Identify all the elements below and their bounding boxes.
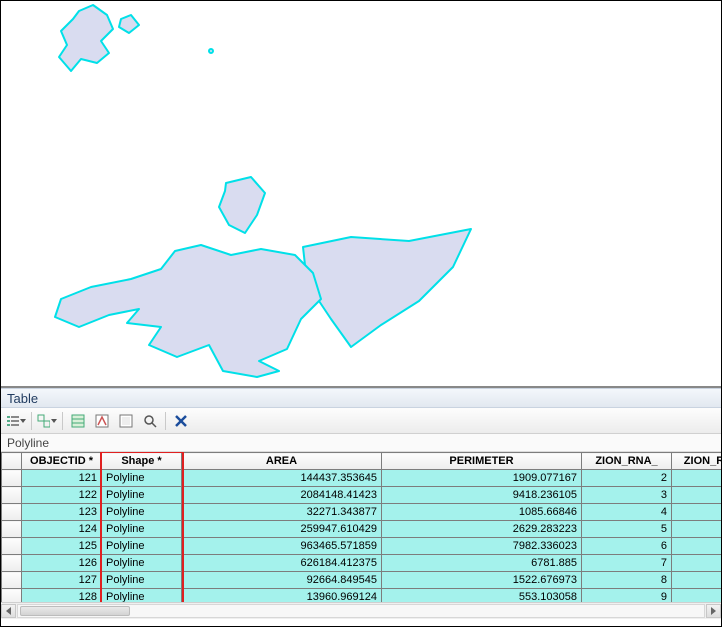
cell-zion-rna-i[interactable]: 10 [672, 521, 722, 538]
polygon-feature [219, 177, 265, 233]
row-selector[interactable] [2, 589, 22, 603]
cell-area[interactable]: 92664.849545 [182, 572, 382, 589]
chevron-down-icon [20, 419, 26, 423]
cell-shape[interactable]: Polyline [102, 521, 182, 538]
chevron-down-icon [51, 419, 57, 423]
polygon-feature [303, 229, 471, 347]
cell-objectid[interactable]: 125 [22, 538, 102, 555]
cell-objectid[interactable]: 124 [22, 521, 102, 538]
attribute-table[interactable]: OBJECTID * Shape * AREA PERIMETER ZION_R… [1, 452, 721, 602]
cell-zion-rna[interactable]: 6 [582, 538, 672, 555]
cell-shape[interactable]: Polyline [102, 538, 182, 555]
map-svg [1, 1, 721, 386]
cell-perimeter[interactable]: 2629.283223 [382, 521, 582, 538]
cell-area[interactable]: 2084148.41423 [182, 487, 382, 504]
select-by-attributes-button[interactable] [67, 411, 89, 431]
cell-zion-rna[interactable]: 2 [582, 470, 672, 487]
column-header-area[interactable]: AREA [182, 453, 382, 470]
cell-objectid[interactable]: 122 [22, 487, 102, 504]
row-selector[interactable] [2, 470, 22, 487]
table-header-row: OBJECTID * Shape * AREA PERIMETER ZION_R… [2, 453, 722, 470]
table-panel-title: Table [1, 388, 721, 408]
cell-shape[interactable]: Polyline [102, 589, 182, 603]
cell-perimeter[interactable]: 553.103058 [382, 589, 582, 603]
polygon-feature [59, 5, 113, 71]
cell-perimeter[interactable]: 7982.336023 [382, 538, 582, 555]
scroll-track[interactable] [17, 604, 705, 618]
cell-zion-rna[interactable]: 5 [582, 521, 672, 538]
cell-zion-rna-i[interactable]: 14 [672, 589, 722, 603]
cell-zion-rna-i[interactable]: 69 [672, 538, 722, 555]
table-row[interactable]: 124Polyline259947.6104292629.283223510 [2, 521, 722, 538]
switch-selection-button[interactable] [91, 411, 113, 431]
cell-zion-rna[interactable]: 9 [582, 589, 672, 603]
column-header-shape[interactable]: Shape * [102, 453, 182, 470]
cell-perimeter[interactable]: 9418.236105 [382, 487, 582, 504]
scroll-thumb[interactable] [20, 606, 130, 616]
cell-objectid[interactable]: 126 [22, 555, 102, 572]
related-tables-button[interactable] [36, 411, 58, 431]
cell-shape[interactable]: Polyline [102, 572, 182, 589]
table-row[interactable]: 123Polyline32271.3438771085.6684643 [2, 504, 722, 521]
cell-zion-rna-i[interactable]: 2 [672, 487, 722, 504]
clear-selection-button[interactable] [115, 411, 137, 431]
cell-area[interactable]: 963465.571859 [182, 538, 382, 555]
delete-selected-button[interactable] [170, 411, 192, 431]
map-viewport[interactable] [1, 1, 721, 386]
cell-zion-rna[interactable]: 7 [582, 555, 672, 572]
row-selector[interactable] [2, 487, 22, 504]
row-selector[interactable] [2, 572, 22, 589]
polygon-feature [55, 245, 321, 377]
cell-area[interactable]: 626184.412375 [182, 555, 382, 572]
polygon-feature [119, 15, 139, 33]
table-toolbar [1, 408, 721, 434]
cell-zion-rna-i[interactable]: 1 [672, 470, 722, 487]
cell-shape[interactable]: Polyline [102, 555, 182, 572]
list-by-source-button[interactable] [5, 411, 27, 431]
cell-objectid[interactable]: 127 [22, 572, 102, 589]
row-selector[interactable] [2, 538, 22, 555]
row-selector-header[interactable] [2, 453, 22, 470]
cell-area[interactable]: 144437.353645 [182, 470, 382, 487]
column-header-zion-rna[interactable]: ZION_RNA_ [582, 453, 672, 470]
table-row[interactable]: 127Polyline92664.8495451522.676973813 [2, 572, 722, 589]
cell-zion-rna[interactable]: 4 [582, 504, 672, 521]
cell-area[interactable]: 32271.343877 [182, 504, 382, 521]
scroll-right-button[interactable] [706, 604, 721, 618]
table-row[interactable]: 126Polyline626184.4123756781.885712 [2, 555, 722, 572]
cell-zion-rna[interactable]: 3 [582, 487, 672, 504]
cell-perimeter[interactable]: 1085.66846 [382, 504, 582, 521]
cell-perimeter[interactable]: 1522.676973 [382, 572, 582, 589]
table-layer-name: Polyline [1, 434, 721, 452]
cell-zion-rna-i[interactable]: 12 [672, 555, 722, 572]
column-header-zion-rna-i[interactable]: ZION_RNA_I [672, 453, 722, 470]
cell-objectid[interactable]: 128 [22, 589, 102, 603]
row-selector[interactable] [2, 521, 22, 538]
horizontal-scrollbar[interactable] [1, 602, 721, 619]
cell-area[interactable]: 13960.969124 [182, 589, 382, 603]
cell-perimeter[interactable]: 6781.885 [382, 555, 582, 572]
cell-zion-rna[interactable]: 8 [582, 572, 672, 589]
zoom-to-selected-button[interactable] [139, 411, 161, 431]
table-row[interactable]: 125Polyline963465.5718597982.336023669 [2, 538, 722, 555]
point-feature [209, 49, 213, 53]
cell-area[interactable]: 259947.610429 [182, 521, 382, 538]
cell-zion-rna-i[interactable]: 13 [672, 572, 722, 589]
cell-objectid[interactable]: 123 [22, 504, 102, 521]
cell-shape[interactable]: Polyline [102, 470, 182, 487]
cell-perimeter[interactable]: 1909.077167 [382, 470, 582, 487]
row-selector[interactable] [2, 555, 22, 572]
table-row[interactable]: 121Polyline144437.3536451909.07716721 [2, 470, 722, 487]
cell-shape[interactable]: Polyline [102, 504, 182, 521]
column-header-objectid[interactable]: OBJECTID * [22, 453, 102, 470]
column-header-perimeter[interactable]: PERIMETER [382, 453, 582, 470]
cell-shape[interactable]: Polyline [102, 487, 182, 504]
table-row[interactable]: 128Polyline13960.969124553.103058914 [2, 589, 722, 603]
table-row[interactable]: 122Polyline2084148.414239418.23610532 [2, 487, 722, 504]
cell-objectid[interactable]: 121 [22, 470, 102, 487]
scroll-left-button[interactable] [1, 604, 16, 618]
row-selector[interactable] [2, 504, 22, 521]
cell-zion-rna-i[interactable]: 3 [672, 504, 722, 521]
